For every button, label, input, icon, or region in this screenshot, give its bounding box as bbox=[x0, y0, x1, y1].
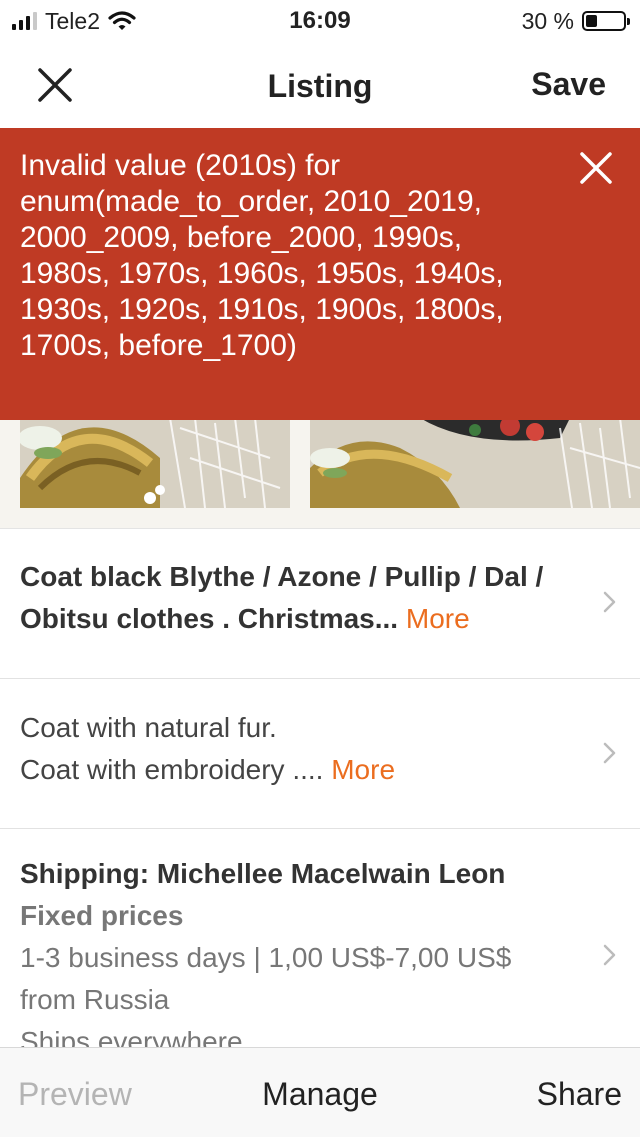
chevron-right-icon bbox=[603, 591, 616, 613]
status-bar: Tele2 16:09 30 % bbox=[0, 0, 640, 42]
dismiss-error-button[interactable] bbox=[574, 146, 618, 190]
chevron-right-icon bbox=[603, 944, 616, 966]
description-more-link[interactable]: More bbox=[331, 754, 395, 785]
shipping-time-cost: 1-3 business days | 1,00 US$-7,00 US$ bbox=[20, 942, 512, 973]
close-icon bbox=[580, 152, 612, 184]
shipping-profile-title: Shipping: Michellee Macelwain Leon bbox=[20, 858, 506, 889]
listing-description: Coat with natural fur. Coat with embroid… bbox=[20, 707, 590, 791]
chevron-right-icon bbox=[603, 742, 616, 764]
description-line: Coat with natural fur. bbox=[20, 712, 277, 743]
share-button[interactable]: Share bbox=[537, 1074, 622, 1114]
listing-description-row[interactable]: Coat with natural fur. Coat with embroid… bbox=[0, 679, 640, 829]
listing-title: Coat black Blythe / Azone / Pullip / Dal… bbox=[20, 556, 590, 640]
title-more-link[interactable]: More bbox=[406, 603, 470, 634]
shipping-origin: from Russia bbox=[20, 984, 170, 1015]
shipping-coverage: Ships everywhere bbox=[20, 1026, 243, 1048]
shipping-row[interactable]: Shipping: Michellee Macelwain Leon Fixed… bbox=[0, 829, 640, 1048]
battery-level bbox=[586, 15, 597, 27]
battery-icon bbox=[582, 11, 630, 31]
listing-photo[interactable] bbox=[310, 418, 640, 508]
listing-photo[interactable] bbox=[20, 418, 290, 508]
description-line: Coat with embroidery .... bbox=[20, 754, 324, 785]
error-message: Invalid value (2010s) for enum(made_to_o… bbox=[20, 149, 504, 362]
battery-percent: 30 % bbox=[521, 7, 574, 34]
shipping-pricing-type: Fixed prices bbox=[20, 900, 184, 931]
error-banner: Invalid value (2010s) for enum(made_to_o… bbox=[0, 128, 640, 420]
save-button[interactable]: Save bbox=[531, 64, 606, 104]
listing-title-row[interactable]: Coat black Blythe / Azone / Pullip / Dal… bbox=[0, 528, 640, 679]
status-right: 30 % bbox=[521, 6, 630, 36]
shipping-details: Shipping: Michellee Macelwain Leon Fixed… bbox=[20, 853, 590, 1048]
navbar: Listing Save bbox=[0, 42, 640, 129]
bottom-toolbar: Preview Manage Share bbox=[0, 1047, 640, 1137]
